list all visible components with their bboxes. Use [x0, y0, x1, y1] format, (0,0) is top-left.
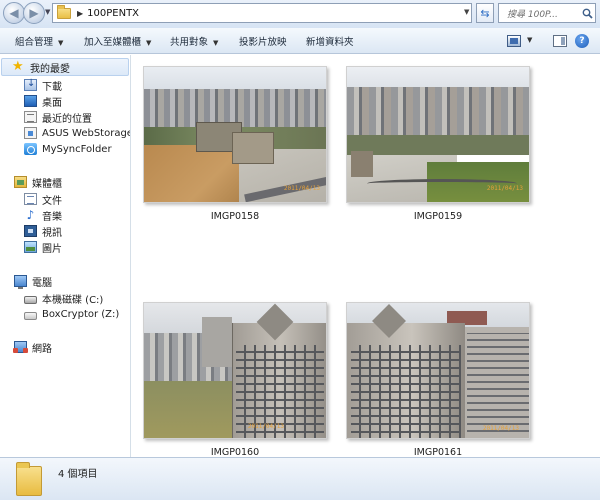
search-input[interactable]: 搜尋 100P... — [498, 3, 596, 23]
refresh-button[interactable]: ⇆ — [476, 3, 494, 23]
breadcrumb-folder[interactable]: 100PENTX — [87, 8, 139, 19]
navigation-pane: ★ 我的最愛 下載 桌面 最近的位置 ASUS WebStorage Dr My… — [0, 55, 131, 457]
videos-icon — [24, 225, 37, 237]
nav-computer[interactable]: 電腦 — [14, 273, 52, 289]
date-stamp: 2011/04/13 — [247, 423, 284, 430]
file-name: IMGP0158 — [210, 211, 260, 222]
nav-item-label: 音樂 — [42, 211, 62, 223]
nav-item-label: 下載 — [42, 81, 62, 93]
file-list-content: 2011/04/13 IMGP0158 2011/04/13 IMGP0159 … — [132, 55, 600, 458]
network-icon — [13, 341, 28, 353]
nav-libraries[interactable]: 媒體櫃 — [14, 174, 62, 190]
item-count: 4 個項目 — [58, 469, 98, 480]
nav-network[interactable]: 網路 — [13, 339, 52, 355]
search-placeholder: 搜尋 100P... — [507, 9, 558, 20]
nav-libraries-label: 媒體櫃 — [32, 178, 62, 190]
address-box[interactable]: ▶ 100PENTX — [52, 3, 472, 23]
nav-network-label: 網路 — [32, 343, 52, 355]
forward-arrow-icon: ▶ — [29, 6, 39, 20]
nav-computer-label: 電腦 — [32, 277, 52, 289]
breadcrumb-separator-icon[interactable]: ▶ — [77, 9, 83, 18]
hard-drive-icon — [24, 295, 37, 304]
chevron-down-icon: ▼ — [213, 39, 219, 47]
nav-item-label: 本機磁碟 (C:) — [42, 294, 104, 306]
music-icon: ♪ — [26, 208, 35, 222]
date-stamp: 2011/04/13 — [482, 425, 519, 432]
documents-icon — [24, 193, 37, 205]
views-icon[interactable] — [507, 35, 521, 47]
computer-icon — [14, 275, 27, 289]
folder-icon — [16, 462, 42, 496]
date-stamp: 2011/04/13 — [486, 185, 523, 192]
slideshow-label: 投影片放映 — [239, 37, 287, 48]
download-icon — [24, 78, 37, 91]
chevron-down-icon: ▼ — [58, 39, 64, 47]
recent-pages-dropdown[interactable]: ▼ — [45, 8, 50, 16]
recent-places-icon — [24, 111, 37, 123]
folder-icon — [57, 4, 71, 19]
nav-favorites[interactable]: ★ 我的最愛 — [12, 59, 70, 75]
nav-item-desktop[interactable]: 桌面 — [24, 93, 62, 109]
date-stamp: 2011/04/13 — [283, 185, 320, 192]
address-history-dropdown[interactable]: ▼ — [464, 8, 469, 16]
file-tile[interactable]: 2011/04/13 IMGP0161 — [346, 302, 530, 458]
file-tile[interactable]: 2011/04/13 IMGP0160 — [143, 302, 327, 458]
sync-folder-icon — [24, 143, 37, 155]
file-tile[interactable]: 2011/04/13 IMGP0158 — [143, 66, 327, 222]
organize-label: 組合管理 — [15, 37, 54, 48]
nav-item-local-disk-c[interactable]: 本機磁碟 (C:) — [24, 290, 103, 306]
nav-favorites-label: 我的最愛 — [30, 63, 70, 75]
search-icon[interactable] — [579, 8, 595, 19]
drive-icon — [24, 311, 37, 320]
organize-menu-button[interactable]: 組合管理 ▼ — [15, 34, 63, 48]
file-tile[interactable]: 2011/04/13 IMGP0159 — [346, 66, 530, 222]
back-arrow-icon: ◀ — [9, 6, 19, 20]
star-icon: ★ — [12, 59, 24, 74]
nav-item-label: 文件 — [42, 195, 62, 207]
nav-item-mysyncfolder[interactable]: MySyncFolder — [24, 141, 112, 157]
image-thumbnail[interactable]: 2011/04/13 — [346, 302, 530, 439]
views-dropdown[interactable]: ▼ — [527, 36, 532, 44]
preview-pane-icon[interactable] — [553, 35, 567, 47]
file-name: IMGP0159 — [413, 211, 463, 222]
forward-button[interactable]: ▶ — [23, 2, 45, 24]
nav-item-downloads[interactable]: 下載 — [24, 77, 62, 93]
nav-item-boxcryptor-z[interactable]: BoxCryptor (Z:) — [24, 306, 119, 322]
nav-item-label: MySyncFolder — [42, 143, 112, 155]
image-thumbnail[interactable]: 2011/04/13 — [143, 66, 327, 203]
share-with-button[interactable]: 共用對象 ▼ — [170, 34, 218, 48]
new-folder-button[interactable]: 新增資料夾 — [306, 34, 354, 48]
add-to-library-label: 加入至媒體櫃 — [84, 37, 142, 48]
share-with-label: 共用對象 — [170, 37, 209, 48]
image-thumbnail[interactable]: 2011/04/13 — [143, 302, 327, 439]
nav-item-pictures[interactable]: 圖片 — [24, 239, 62, 255]
nav-item-label: ASUS WebStorage Dr — [42, 127, 131, 139]
libraries-icon — [14, 176, 27, 188]
asus-webstorage-icon — [24, 127, 37, 139]
back-button[interactable]: ◀ — [3, 2, 25, 24]
slideshow-button[interactable]: 投影片放映 — [239, 34, 287, 48]
nav-item-recent-places[interactable]: 最近的位置 — [24, 109, 92, 125]
pictures-icon — [24, 241, 37, 253]
chevron-down-icon: ▼ — [146, 39, 152, 47]
nav-item-videos[interactable]: 視訊 — [24, 223, 62, 239]
add-to-library-button[interactable]: 加入至媒體櫃 ▼ — [84, 34, 151, 48]
nav-item-music[interactable]: ♪ 音樂 — [24, 207, 62, 223]
address-bar-row: ◀ ▶ ▼ ▶ 100PENTX ▼ ⇆ 搜尋 100P... — [0, 0, 600, 28]
desktop-icon — [24, 95, 37, 107]
new-folder-label: 新增資料夾 — [306, 37, 354, 48]
nav-item-label: 桌面 — [42, 97, 62, 109]
nav-item-label: 最近的位置 — [42, 113, 92, 125]
image-thumbnail[interactable]: 2011/04/13 — [346, 66, 530, 203]
nav-item-label: 視訊 — [42, 227, 62, 239]
help-icon[interactable]: ? — [575, 34, 589, 48]
nav-item-asus-webstorage[interactable]: ASUS WebStorage Dr — [24, 125, 131, 141]
details-pane: 4 個項目 — [0, 457, 600, 500]
command-toolbar: 組合管理 ▼ 加入至媒體櫃 ▼ 共用對象 ▼ 投影片放映 新增資料夾 ▼ ? — [0, 28, 600, 54]
refresh-icon: ⇆ — [480, 6, 490, 20]
nav-item-label: 圖片 — [42, 243, 62, 255]
nav-item-documents[interactable]: 文件 — [24, 191, 62, 207]
nav-item-label: BoxCryptor (Z:) — [42, 308, 120, 320]
